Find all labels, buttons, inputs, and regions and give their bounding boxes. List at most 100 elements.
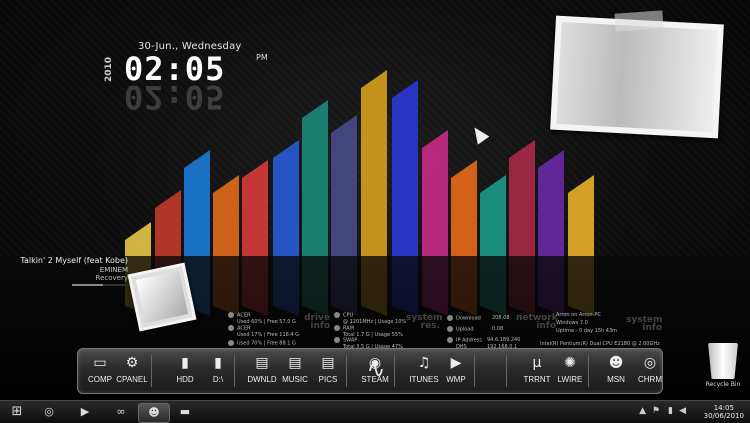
download-icon <box>447 315 453 321</box>
recycle-bin[interactable]: Recycle Bin <box>703 343 743 388</box>
upload-label: Upload <box>456 326 474 333</box>
ram-label: RAM <box>343 325 355 332</box>
network-icon[interactable]: ▮ <box>668 406 673 416</box>
utorrent-icon: µ <box>532 355 542 371</box>
crystal-reflection <box>422 256 448 316</box>
msn-icon: ☻ <box>608 355 624 371</box>
dock-separator <box>506 355 507 387</box>
dock-item-label: DWNLD <box>247 375 277 384</box>
crystal-shard <box>302 100 328 256</box>
volume-icon[interactable]: ◀ <box>679 406 686 416</box>
messenger-icon[interactable]: ☻ <box>138 403 170 423</box>
music-progress-fill <box>72 284 103 286</box>
photo-frame[interactable] <box>550 15 724 139</box>
hdd-icon: ▮ <box>181 355 189 371</box>
now-playing-artist: EMINEM <box>99 266 128 274</box>
download-label: Download <box>456 315 481 322</box>
drive-icon <box>228 312 234 318</box>
clock-ampm: PM <box>256 53 268 62</box>
crystal-shard <box>509 140 535 256</box>
drive-detail: Used 60% | Free 57.0 G <box>237 318 296 325</box>
crystal-shard <box>213 175 239 256</box>
windows-start-icon[interactable]: ⊞ <box>4 403 30 421</box>
crystal-reflection <box>480 256 506 316</box>
clapperboard-icon[interactable]: ▬ <box>170 403 200 421</box>
download-value: 208.08 <box>492 315 510 321</box>
crystal-reflection <box>568 256 594 316</box>
dock-item-msn[interactable]: ☻ MSN <box>600 355 632 389</box>
dock-item-label: LWIRE <box>557 375 583 384</box>
dock-item-label: WMP <box>446 375 466 384</box>
dock-item-hdd[interactable]: ▮ HDD <box>169 355 201 389</box>
clock-time-reflection: 02:05 <box>124 78 226 116</box>
gears-icon: ⚙ <box>125 355 139 371</box>
dock-item-cpanel[interactable]: ⚙ CPANEL <box>116 355 148 389</box>
tray-arrow-icon[interactable]: ▲ <box>639 406 646 416</box>
crystal-shard <box>422 130 448 256</box>
drive-d-stat: ACER Used 17% | Free 118.4 G <box>228 325 299 338</box>
dock-item-label: TRRNT <box>523 375 551 384</box>
dock-item-itunes[interactable]: ♫ ITUNES <box>408 355 440 389</box>
wmp-icon: ▶ <box>450 355 462 371</box>
taskbar: ⊞ ◎ ▶ ∞ ☻ ▬ ▲ ⚑ ▮ ◀ 14:05 30/06/2010 <box>0 400 750 423</box>
dock-item-chrm[interactable]: ◎ CHRM <box>634 355 666 389</box>
now-playing-album: Recovery <box>95 274 128 282</box>
crystal-reflection <box>361 256 387 316</box>
tray-clock[interactable]: 14:05 30/06/2010 <box>704 404 744 420</box>
ram-icon <box>334 325 340 331</box>
drive-icon: ▮ <box>214 355 222 371</box>
drive-e-stat: Used 70% | Free 88.1 G <box>228 340 296 347</box>
monitor-icon: ▭ <box>93 355 107 371</box>
crystal-shard <box>538 150 564 256</box>
upload-value: 0.08 <box>492 326 504 332</box>
ip-label: IP Address <box>456 337 482 344</box>
crystal-reflection <box>451 256 477 316</box>
system-info-title: system info <box>626 315 663 333</box>
cpu-stat: CPU @ 1201MHz | Usage 10% <box>334 312 406 325</box>
dock-item-comp[interactable]: ▭ COMP <box>84 355 116 389</box>
drive-detail: Used 70% | Free 88.1 G <box>237 340 296 347</box>
dock-item-pics[interactable]: ▤ PICS <box>312 355 344 389</box>
dock-item-music[interactable]: ▤ MUSIC <box>279 355 311 389</box>
system-uptime: Uptime - 0 day 15h 43m <box>556 328 618 334</box>
dock-separator <box>346 355 347 387</box>
album-cover[interactable] <box>127 262 197 332</box>
drive-c-stat: ACER Used 60% | Free 57.0 G <box>228 312 296 325</box>
ram-stat: RAM Total 1.7 G | Usage 55% <box>334 325 403 338</box>
dock-item-label: ITUNES <box>409 375 439 384</box>
dock-item-dwnld[interactable]: ▤ DWNLD <box>246 355 278 389</box>
ip-value: 94.6.189.240 <box>487 337 521 343</box>
flag-icon[interactable]: ⚑ <box>652 406 660 416</box>
clock-year: 2010 <box>104 56 114 82</box>
limewire-icon: ✺ <box>564 355 576 371</box>
dock-item-wmp[interactable]: ▶ WMP <box>440 355 472 389</box>
desktop: 30-Jun., Wednesday 2010 02:05 PM 02:05 T… <box>0 0 750 400</box>
system-os: Windows 7.0 <box>556 320 588 326</box>
crystal-shard <box>242 160 268 256</box>
crystal-shard <box>392 80 418 256</box>
crystal-reflection <box>509 256 535 316</box>
folder-pictures-icon: ▤ <box>321 355 335 371</box>
music-progress-bar[interactable] <box>72 284 128 286</box>
dock-item-d[interactable]: ▮ D:\ <box>202 355 234 389</box>
album-cover-image <box>135 270 189 324</box>
crystal-shard <box>568 175 594 256</box>
voicemail-icon[interactable]: ∞ <box>106 403 136 421</box>
dock-item-label: HDD <box>176 375 194 384</box>
crystal-reflection <box>538 256 564 316</box>
activity-wave-icon[interactable]: ∿ <box>362 359 390 393</box>
upload-stat: Upload 0.08 <box>447 326 503 333</box>
dock-item-lwire[interactable]: ✺ LWIRE <box>554 355 586 389</box>
drive-label: ACER <box>237 325 251 332</box>
chrome-icon[interactable]: ◎ <box>34 403 64 421</box>
drive-icon <box>228 340 234 346</box>
crystal-shard <box>155 190 181 256</box>
crystal-shard <box>184 150 210 256</box>
dock-item-trrnt[interactable]: µ TRRNT <box>521 355 553 389</box>
rocketdock: ▭ COMP ⚙ CPANEL ▮ HDD ▮ D:\ ▤ DWNLD ▤ MUSIC ▤ PICS ◉ ST… <box>77 348 663 394</box>
now-playing-song: Talkin' 2 Myself (feat Kobe) <box>20 256 128 265</box>
media-player-icon[interactable]: ▶ <box>70 403 100 421</box>
recycle-bin-icon <box>708 343 738 379</box>
download-stat: Download 208.08 <box>447 315 510 322</box>
network-info-title: network info <box>516 313 558 331</box>
